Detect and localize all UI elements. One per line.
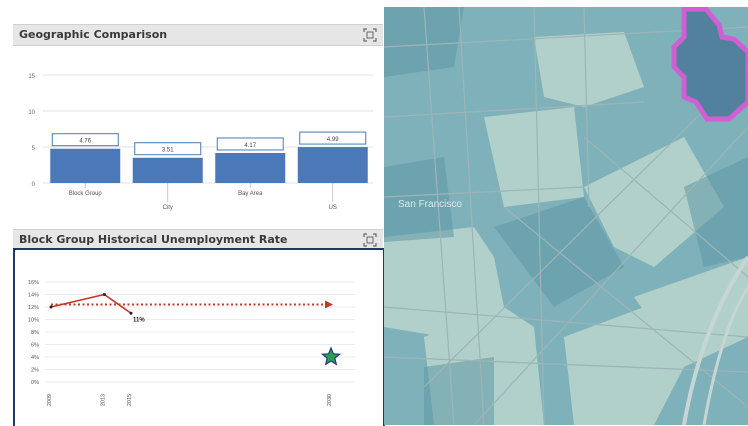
expand-icon[interactable]	[363, 28, 377, 42]
y-tick-label: 10%	[28, 318, 39, 324]
map-top-strip	[384, 0, 748, 7]
x-tick-label: 2013	[100, 394, 106, 406]
star-icon	[320, 346, 342, 366]
data-label: 4.76	[79, 139, 91, 145]
data-label: 4.99	[327, 137, 339, 143]
panel-title: Block Group Historical Unemployment Rate	[19, 233, 288, 246]
x-tick-label: City	[163, 205, 173, 211]
x-tick-label: US	[329, 205, 337, 211]
y-tick-label: 8%	[31, 330, 39, 336]
series-point	[102, 293, 106, 296]
x-tick-label: 2015	[127, 394, 133, 406]
map-area-label: San Francisco	[398, 199, 462, 210]
map-view[interactable]: San Francisco	[384, 7, 748, 425]
data-label: 3.51	[162, 148, 174, 154]
value-annotation: 11%	[133, 317, 145, 323]
y-tick-label: 4%	[31, 355, 39, 361]
y-tick-label: 14%	[28, 293, 39, 299]
y-tick-label: 2%	[31, 368, 39, 374]
y-tick-label: 0	[32, 182, 36, 188]
y-tick-label: 16%	[28, 280, 39, 286]
bar	[50, 148, 121, 183]
expand-icon[interactable]	[363, 233, 377, 247]
historical-unemployment-chart: 0% 2% 4% 6% 8% 10% 12% 14% 16% 2009 2013 2015 2030 11…	[28, 280, 355, 406]
y-tick-label: 5	[32, 146, 36, 152]
data-label: 4.17	[244, 143, 256, 149]
bar	[215, 152, 286, 183]
bar	[132, 157, 203, 183]
y-tick-label: 6%	[31, 343, 39, 349]
series-point	[129, 311, 133, 315]
x-tick-label: 2030	[327, 394, 333, 406]
panel-title: Geographic Comparison	[19, 28, 168, 41]
bar	[297, 147, 368, 183]
x-tick-label: 2009	[47, 394, 53, 406]
y-tick-label: 12%	[28, 305, 39, 311]
geographic-comparison-header: Geographic Comparison	[13, 24, 383, 46]
series-point	[49, 305, 53, 309]
y-tick-label: 15	[28, 74, 35, 80]
geographic-comparison-chart: 0 5 10 15 4.76 Block Group 3.51 City 4.17 Bay Are…	[28, 74, 373, 211]
x-tick-label: Bay Area	[238, 191, 263, 197]
y-tick-label: 10	[28, 110, 35, 116]
x-tick-label: Block Group	[69, 191, 103, 197]
y-tick-label: 0%	[31, 380, 39, 386]
dashboard-left-pane: Geographic Comparison 0 5 10 15 4.76 Block Gr…	[0, 0, 385, 426]
unemployment-chart-frame: 0% 2% 4% 6% 8% 10% 12% 14% 16% 2009 2013 2015 2030 11…	[13, 248, 385, 426]
